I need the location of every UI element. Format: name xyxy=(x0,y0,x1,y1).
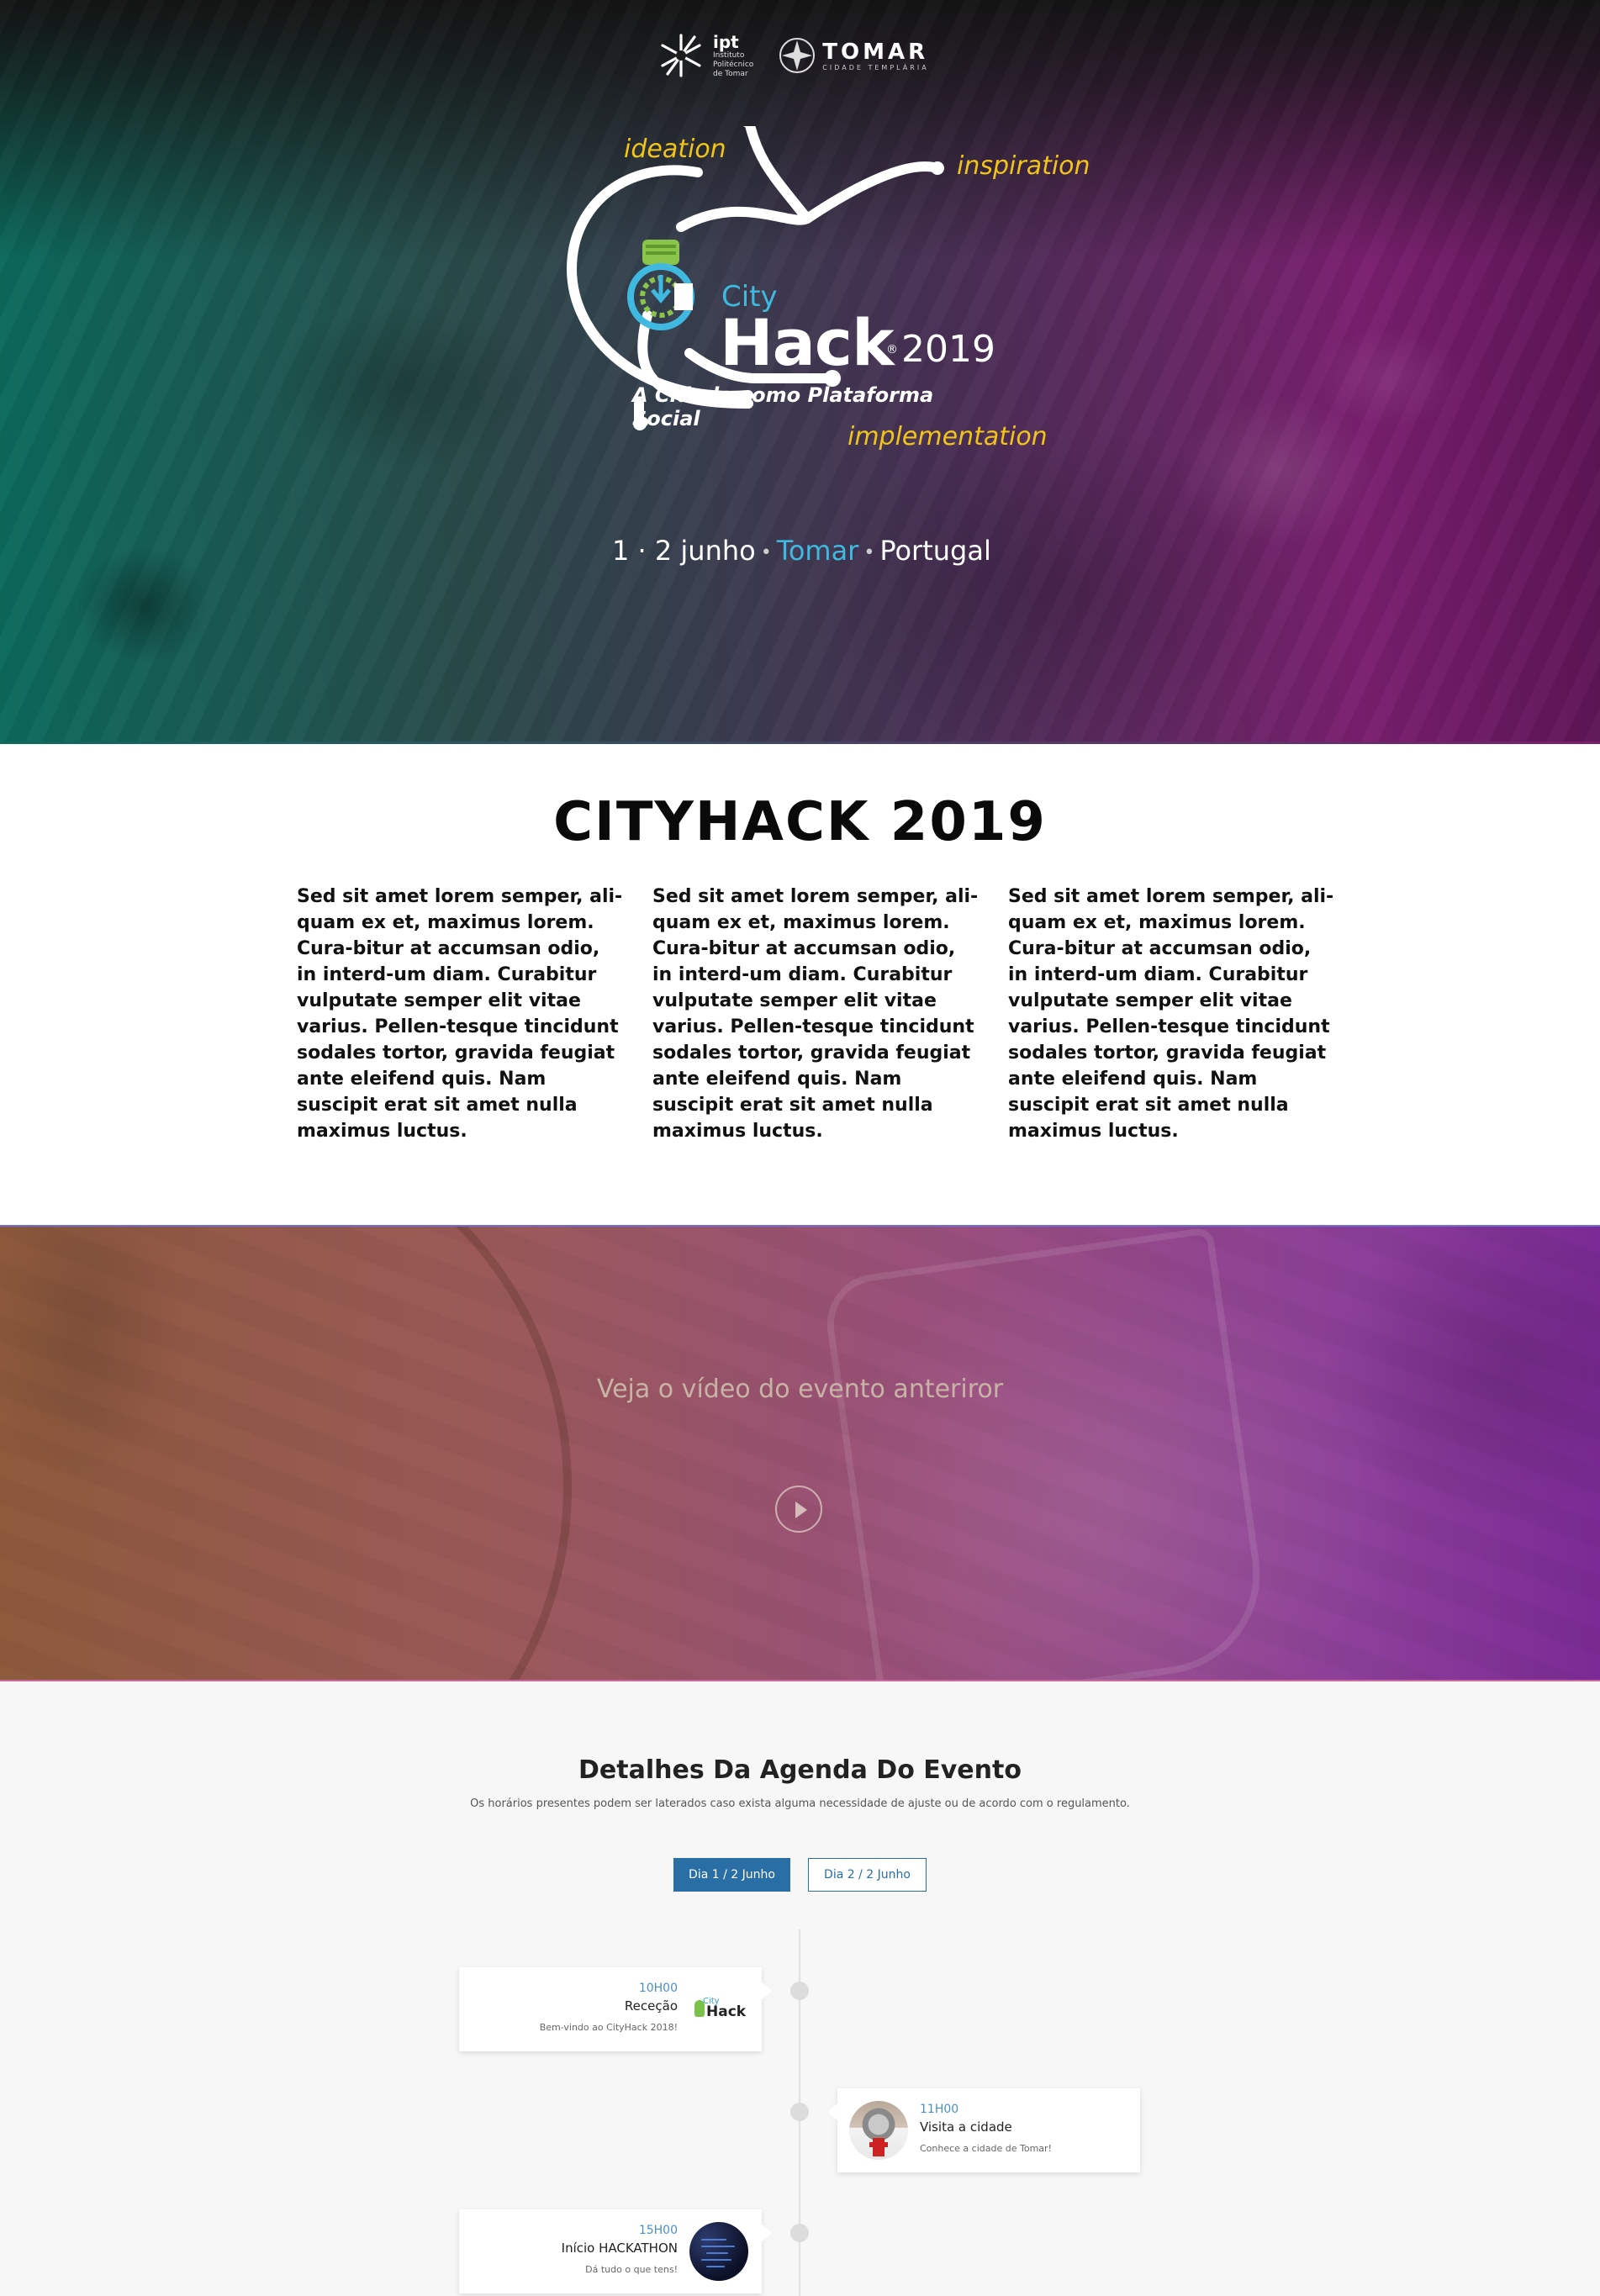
about-title: CITYHACK 2019 xyxy=(553,791,1047,853)
video-background-panel xyxy=(821,1227,1273,1680)
code-line xyxy=(706,2252,728,2254)
event-description: Conhece a cidade de Tomar! xyxy=(920,2143,1052,2154)
templar-cross-icon xyxy=(779,38,816,73)
agenda-section: Detalhes Da Agenda Do Evento Os horários… xyxy=(0,1681,1600,2296)
ipt-star-icon xyxy=(661,34,701,77)
brand-hack: Hack xyxy=(720,305,894,380)
event-date-location: 1 · 2 junho • Tomar • Portugal xyxy=(612,535,991,567)
event-time: 11H00 xyxy=(920,2103,959,2116)
cityhack-logo-thumbnail: City Hack xyxy=(689,1980,748,2039)
event-title: Visita a cidade xyxy=(920,2119,1012,2135)
thumb-hack-text: Hack xyxy=(706,2003,747,2020)
word-ideation: ideation xyxy=(624,135,726,164)
video-background-arc xyxy=(0,1227,572,1680)
word-inspiration: inspiration xyxy=(957,151,1090,181)
video-section: Veja o vídeo do evento anteriror xyxy=(0,1225,1600,1681)
agenda-title: Detalhes Da Agenda Do Evento xyxy=(578,1755,1022,1785)
play-icon[interactable] xyxy=(775,1486,822,1533)
templar-knight-thumbnail xyxy=(849,2101,908,2160)
ipt-short-name: ipt xyxy=(713,31,739,52)
agenda-event-card[interactable]: 15H00 Início HACKATHON Dá tudo o que ten… xyxy=(459,2209,772,2293)
ipt-line-2: Politécnico xyxy=(713,60,754,69)
tomar-logo[interactable]: TOMAR CIDADE TEMPLÁRIA xyxy=(779,37,928,74)
cross-icon xyxy=(869,2142,888,2147)
code-line xyxy=(706,2266,725,2267)
event-days: 1 · 2 junho xyxy=(612,535,756,567)
separator-dot: • xyxy=(863,541,875,563)
agenda-event-card[interactable]: 10H00 Receção Bem-vindo ao CityHack 2018… xyxy=(459,1967,772,2051)
about-column-2: Sed sit amet lorem semper, ali-quam ex e… xyxy=(652,886,979,1142)
ipt-line-1: Instituto xyxy=(713,50,745,60)
event-title: Início HACKATHON xyxy=(561,2241,678,2256)
agenda-event-card[interactable]: 11H00 Visita a cidade Conhece a cidade d… xyxy=(827,2088,1140,2172)
agenda-subtitle: Os horários presentes podem ser laterado… xyxy=(470,1797,1130,1810)
event-city: Tomar xyxy=(776,535,859,567)
timeline-dot xyxy=(790,1982,809,2000)
video-caption: Veja o vídeo do evento anteriror xyxy=(596,1375,1004,1404)
code-line xyxy=(701,2259,731,2261)
tab-day-1[interactable]: Dia 1 / 2 Junho xyxy=(673,1858,790,1892)
code-line xyxy=(701,2246,735,2247)
hero-tagline: A Cidade como Plataforma Social xyxy=(632,383,934,430)
timeline-dot xyxy=(790,2224,809,2242)
partner-logos: ipt Instituto Politécnico de Tomar TOMAR… xyxy=(656,25,942,86)
code-screen-thumbnail xyxy=(689,2222,748,2281)
about-column-3: Sed sit amet lorem semper, ali-quam ex e… xyxy=(1008,886,1334,1142)
tomar-subtitle: CIDADE TEMPLÁRIA xyxy=(822,63,929,71)
about-column-1: Sed sit amet lorem semper, ali-quam ex e… xyxy=(297,886,623,1142)
separator-dot: • xyxy=(760,541,772,563)
ipt-logo[interactable]: ipt Instituto Politécnico de Tomar xyxy=(656,30,753,81)
event-time: 15H00 xyxy=(638,2224,678,2237)
brand-registered-mark: ® xyxy=(886,343,898,356)
event-country: Portugal xyxy=(879,535,991,567)
about-section: CITYHACK 2019 Sed sit amet lorem semper,… xyxy=(0,744,1600,1225)
tab-day-2[interactable]: Dia 2 / 2 Junho xyxy=(808,1858,927,1892)
code-line xyxy=(701,2239,726,2241)
event-time: 10H00 xyxy=(638,1982,678,1995)
cross-icon xyxy=(873,2138,884,2156)
hero-section: ipt Instituto Politécnico de Tomar TOMAR… xyxy=(0,0,1600,744)
event-description: Dá tudo o que tens! xyxy=(585,2264,678,2275)
tomar-name: TOMAR xyxy=(822,39,929,65)
ipt-line-3: de Tomar xyxy=(713,69,748,78)
event-title: Receção xyxy=(624,1998,678,2014)
timeline-dot xyxy=(790,2103,809,2121)
event-description: Bem-vindo ao CityHack 2018! xyxy=(539,2022,678,2033)
brand-year: 2019 xyxy=(901,328,995,371)
